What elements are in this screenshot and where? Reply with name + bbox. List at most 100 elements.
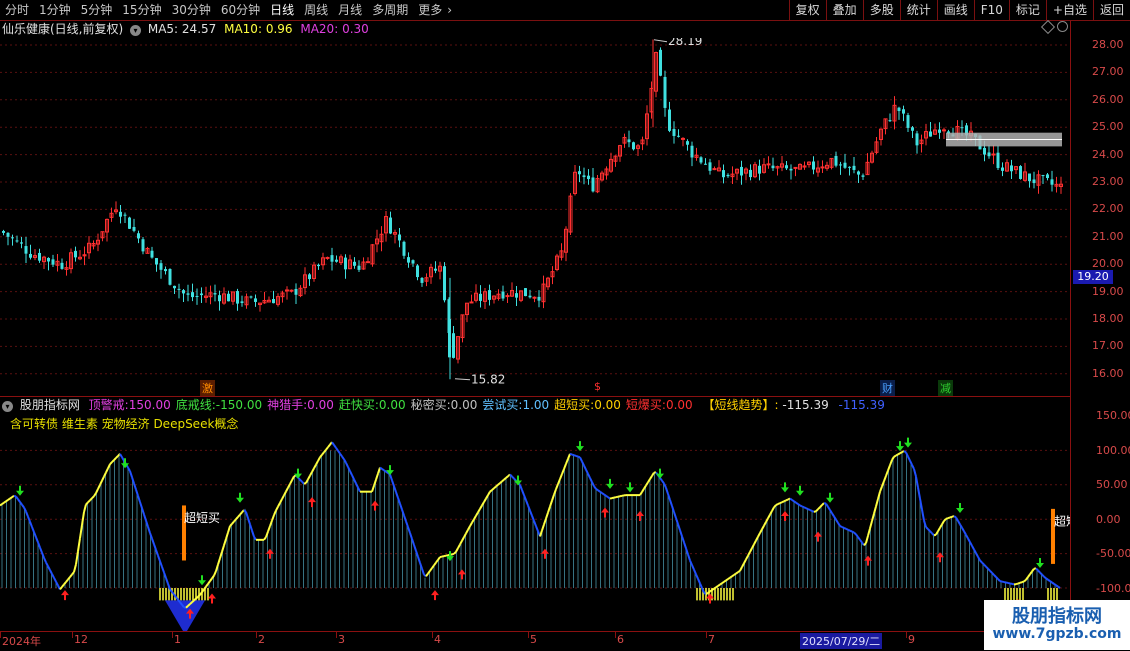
trend-curve-segment	[546, 513, 548, 519]
indicator-field-value: 0.00	[594, 398, 621, 412]
trend-curve-segment	[860, 540, 862, 543]
indicator-field-value: -150.00	[216, 398, 262, 412]
trend-curve-segment	[670, 500, 672, 506]
trend-curve-segment	[332, 442, 334, 445]
trend-curve-segment	[430, 568, 432, 571]
trend-curve-segment	[776, 504, 778, 505]
trend-curve-segment	[718, 585, 720, 586]
indicator-axis-label: -50.00	[1096, 547, 1130, 560]
trend-curve-segment	[32, 527, 34, 532]
trend-curve-segment	[946, 518, 948, 519]
trend-curve-segment	[292, 476, 294, 480]
trend-curve-segment	[950, 517, 952, 518]
indicator-settings-icon[interactable]: ▾	[2, 401, 13, 412]
period-tab-8[interactable]: 月线	[333, 0, 367, 20]
candle-down	[1051, 179, 1054, 184]
price-axis-label: 27.00	[1092, 65, 1124, 78]
toolbar-button-2[interactable]: 多股	[863, 0, 900, 20]
trend-curve-segment	[500, 481, 502, 483]
trend-curve-segment	[532, 516, 534, 521]
trend-curve-segment	[536, 526, 538, 531]
toolbar-button-3[interactable]: 统计	[900, 0, 937, 20]
trend-curve-segment	[962, 528, 964, 531]
candle-down	[20, 242, 23, 243]
trend-curve-segment	[102, 477, 104, 481]
candle-down	[853, 166, 856, 170]
trend-curve-segment	[724, 580, 726, 581]
candle-down	[628, 139, 631, 142]
trend-curve-segment	[600, 492, 602, 493]
trend-curve-segment	[28, 517, 30, 522]
chevron-right-icon[interactable]: ›	[447, 0, 452, 20]
trend-curve-segment	[392, 480, 394, 486]
high-pointer	[654, 40, 667, 42]
dropdown-icon[interactable]: ▾	[130, 25, 141, 36]
trend-curve-segment	[890, 460, 892, 465]
sell-arrow-icon	[956, 503, 964, 513]
period-tab-0[interactable]: 分时	[0, 0, 34, 20]
toolbar-button-1[interactable]: 叠加	[826, 0, 863, 20]
candle-down	[137, 233, 140, 238]
candle-down	[182, 290, 185, 293]
trend-curve-segment	[148, 527, 150, 533]
toolbar-button-5[interactable]: F10	[974, 0, 1009, 20]
event-marker-3[interactable]: 减	[938, 380, 953, 396]
trend-curve-segment	[744, 559, 746, 563]
trend-curve-segment	[874, 506, 876, 513]
candle-down	[502, 292, 505, 299]
trend-curve-segment	[228, 526, 230, 532]
trend-curve-segment	[970, 542, 972, 546]
current-price-tag: 19.20	[1073, 270, 1113, 284]
candle-down	[911, 127, 914, 130]
trend-curve-segment	[748, 552, 750, 556]
settings-circle-icon[interactable]	[1057, 21, 1068, 32]
low-label: 15.82	[471, 373, 505, 387]
trend-curve-segment	[70, 575, 72, 577]
price-axis-label: 19.00	[1092, 285, 1124, 298]
event-marker-0[interactable]: 激	[200, 380, 215, 396]
toolbar-button-0[interactable]: 复权	[789, 0, 826, 20]
period-tab-1[interactable]: 1分钟	[34, 0, 76, 20]
period-tab-6[interactable]: 日线	[265, 0, 299, 20]
period-tab-4[interactable]: 30分钟	[167, 0, 216, 20]
trend-curve-segment	[196, 597, 198, 599]
candle-down	[1001, 168, 1004, 171]
trend-curve-segment	[858, 537, 860, 540]
candle-up	[943, 130, 946, 131]
event-marker-2[interactable]: 财	[880, 380, 895, 396]
trend-curve-segment	[496, 485, 498, 487]
candle-down	[1028, 174, 1031, 182]
period-tab-2[interactable]: 5分钟	[76, 0, 118, 20]
trend-curve-segment	[162, 567, 164, 573]
toolbar-button-6[interactable]: 标记	[1009, 0, 1046, 20]
trend-curve-segment	[390, 474, 392, 480]
candle-down	[749, 170, 752, 177]
period-tab-10[interactable]: 更多	[413, 0, 447, 20]
toolbar-button-8[interactable]: 返回	[1093, 0, 1130, 20]
toolbar-button-7[interactable]: +自选	[1046, 0, 1093, 20]
trend-curve-segment	[804, 507, 806, 508]
price-axis-label: 26.00	[1092, 93, 1124, 106]
trend-curve-segment	[982, 563, 984, 565]
indicator-field-label: 超短买:	[554, 398, 594, 412]
period-tab-9[interactable]: 多周期	[367, 0, 413, 20]
period-tab-7[interactable]: 周线	[299, 0, 333, 20]
low-pointer	[455, 379, 470, 380]
trend-curve-segment	[674, 512, 676, 518]
candle-up	[992, 154, 995, 155]
toolbar-button-4[interactable]: 画线	[937, 0, 974, 20]
diamond-icon[interactable]	[1041, 20, 1055, 34]
trend-curve-segment	[4, 501, 6, 502]
candle-down	[403, 242, 406, 256]
trend-curve-segment	[50, 570, 52, 574]
trend-curve-segment	[818, 507, 820, 509]
trend-curve-segment	[226, 533, 228, 539]
price-axis-label: 22.00	[1092, 202, 1124, 215]
period-tab-3[interactable]: 15分钟	[117, 0, 166, 20]
trend-curve-segment	[286, 488, 288, 492]
trend-curve-segment	[238, 515, 240, 517]
trend-curve-segment	[434, 563, 436, 566]
trend-curve-segment	[914, 469, 916, 477]
period-tab-5[interactable]: 60分钟	[216, 0, 265, 20]
event-marker-1[interactable]: $	[592, 380, 603, 393]
